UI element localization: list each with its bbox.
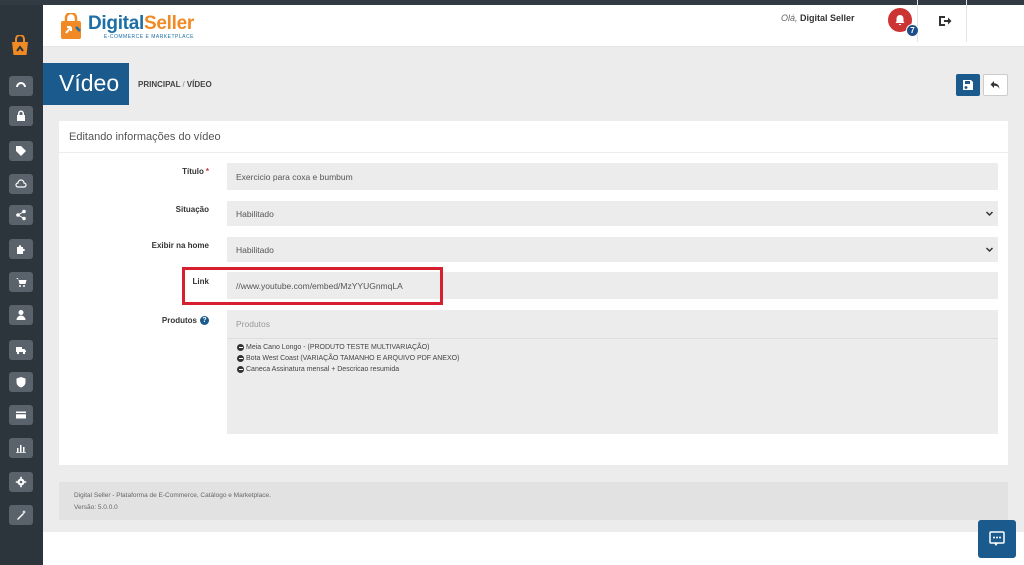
puzzle-icon [17,245,25,254]
dashboard-icon [16,82,26,87]
chat-button[interactable] [978,520,1016,558]
breadcrumb-home[interactable]: PRINCIPAL [138,80,181,89]
produtos-label: Produtos? [99,316,209,326]
greeting-prefix: Olá, [781,13,798,23]
product-name: Meia Cano Longo - (PRODUTO TESTE MULTIVA… [246,344,430,351]
undo-arrow-icon [990,80,1000,89]
situacao-label: Situação [175,205,209,214]
titulo-label: Título * [99,167,209,176]
exibir-home-label: Exibir na home [151,241,209,250]
bar-chart-icon [16,445,26,453]
sidebar-item-dashboard[interactable] [9,76,33,96]
footer-version-text: Versão: 5.0.0.0 [74,504,118,511]
share-icon [16,209,26,221]
brand-name-digital: Digital [88,13,144,34]
back-button[interactable] [983,74,1008,96]
brand-name-seller: Seller [143,13,194,34]
bell-icon [895,15,905,26]
help-icon[interactable]: ? [200,316,209,326]
user-icon [16,310,26,320]
header-divider [917,0,918,42]
chevron-down-icon [985,211,994,217]
cloud-icon [15,179,27,188]
chat-icon [989,531,1005,546]
chevron-down-icon [985,247,994,253]
sidebar-item-shield[interactable] [9,372,33,392]
brand-logo[interactable]: DigitalSeller E-COMMERCE E MARKETPLACE [59,11,194,43]
exibir-home-select[interactable]: Habilitado [227,237,998,262]
remove-icon[interactable] [237,366,244,373]
list-item: Bota West Coast (VARIAÇÃO TAMANHO E ARQU… [237,353,459,364]
breadcrumb-separator: / [182,80,185,89]
page-footer [59,482,1008,520]
sidebar-item-puzzle[interactable] [9,239,33,259]
tags-icon [16,146,26,156]
truck-icon [16,347,26,355]
list-item: Caneca Assinatura mensal + Descricao res… [237,364,459,375]
brand-tagline: E-COMMERCE E MARKETPLACE [103,34,194,40]
header-divider [966,0,967,42]
footer-platform-text: Digital Seller - Plataforma de E-Commerc… [74,492,271,499]
shopping-bag-logo-icon [61,13,81,39]
sidebar-item-magic-wand[interactable] [9,505,33,525]
top-header: DigitalSeller E-COMMERCE E MARKETPLACE [43,5,1024,47]
required-mark: * [205,167,209,176]
page-title: Vídeo [59,70,120,96]
sidebar-item-credit-card[interactable] [9,405,33,425]
notifications-count-badge: 7 [906,24,919,37]
credit-card-icon [16,411,26,419]
link-highlight-box [182,267,443,305]
situacao-value: Habilitado [236,208,274,219]
logout-icon[interactable] [938,14,952,28]
app-logo-icon[interactable] [8,35,32,57]
product-name: Bota West Coast (VARIAÇÃO TAMANHO E ARQU… [246,355,460,362]
gear-icon [15,476,27,488]
titulo-label-text: Título [182,167,204,176]
user-greeting[interactable]: Olá, Digital Seller [781,13,855,23]
user-name: Digital Seller [800,13,855,23]
exibir-home-value: Habilitado [236,244,274,255]
produtos-search-input[interactable]: Produtos [227,310,998,338]
sidebar-item-gear[interactable] [9,472,33,492]
titulo-input[interactable]: Exercicio para coxa e bumbum [227,163,998,190]
sidebar-item-tags[interactable] [9,141,33,161]
sidebar-item-cloud[interactable] [9,174,33,194]
magic-wand-icon [17,510,26,520]
list-item: Meia Cano Longo - (PRODUTO TESTE MULTIVA… [237,342,459,353]
produtos-label-text: Produtos [161,316,197,325]
sidebar-item-share[interactable] [9,205,33,225]
save-button[interactable] [956,74,980,96]
sidebar-item-truck[interactable] [9,340,33,360]
shield-icon [16,377,26,388]
product-name: Caneca Assinatura mensal + Descricao res… [246,366,400,373]
selected-products-list: Meia Cano Longo - (PRODUTO TESTE MULTIVA… [237,342,459,375]
lock-icon [17,110,25,121]
produtos-placeholder: Produtos [236,319,271,329]
situacao-select[interactable]: Habilitado [227,201,998,226]
remove-icon[interactable] [237,355,244,362]
titulo-value: Exercicio para coxa e bumbum [236,171,353,182]
cart-icon [16,278,27,287]
sidebar-item-user[interactable] [9,305,33,325]
sidebar-item-cart[interactable] [9,272,33,292]
remove-icon[interactable] [237,344,244,351]
floppy-disk-icon [963,80,973,90]
sidebar-item-bar-chart[interactable] [9,438,33,458]
sidebar-item-lock[interactable] [9,106,33,126]
form-divider [59,152,1008,153]
breadcrumb-current: VÍDEO [186,80,212,89]
form-heading: Editando informações do vídeo [69,131,221,143]
breadcrumb: PRINCIPAL / VÍDEO [138,80,212,89]
